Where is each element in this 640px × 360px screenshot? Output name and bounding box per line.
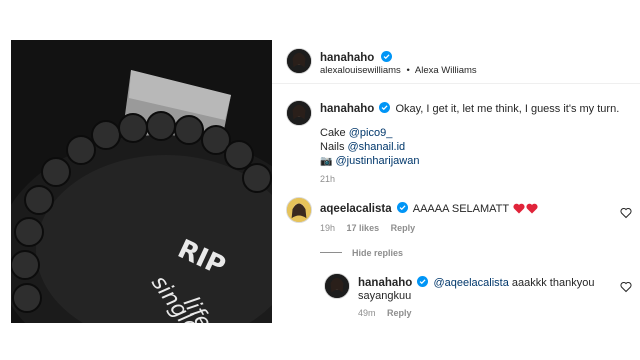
- reply-mention-link[interactable]: @aqeelacalista: [433, 277, 508, 289]
- verified-badge-icon: [380, 51, 392, 62]
- like-reply-heart-icon[interactable]: [620, 280, 632, 293]
- header-username[interactable]: hanahaho: [320, 52, 374, 64]
- comment-username[interactable]: aqeelacalista: [320, 203, 392, 215]
- cake-label: Cake: [320, 127, 346, 139]
- reply-avatar[interactable]: [324, 273, 350, 299]
- reply-reply-button[interactable]: Reply: [387, 308, 412, 318]
- caption-username[interactable]: hanahaho: [320, 103, 374, 115]
- comment-avatar[interactable]: [286, 197, 312, 223]
- header-separator: •: [406, 65, 410, 76]
- nails-handle-link[interactable]: @shanail.id: [348, 141, 406, 153]
- comment-text: AAAAA SELAMATT: [412, 203, 509, 215]
- location-link[interactable]: Alexa Williams: [415, 65, 477, 76]
- verified-badge-icon: [417, 276, 429, 287]
- hide-replies-label: Hide replies: [352, 248, 404, 258]
- red-heart-emoji-icon: [513, 203, 525, 214]
- like-comment-heart-icon[interactable]: [620, 206, 632, 219]
- caption-avatar[interactable]: [286, 100, 312, 126]
- comment-time: 19h: [320, 223, 336, 233]
- hide-replies-line: [320, 252, 342, 253]
- hide-replies-button[interactable]: Hide replies: [320, 248, 403, 258]
- cake-photo: RIP single life: [11, 40, 272, 323]
- verified-badge-icon: [396, 202, 408, 213]
- collab-handle[interactable]: alexalouisewilliams: [320, 65, 401, 76]
- verified-badge-icon: [379, 102, 391, 113]
- photo-handle-link[interactable]: @justinharijawan: [336, 155, 420, 167]
- red-heart-emoji-icon: [526, 203, 538, 214]
- post-panel: hanahaho alexalouisewilliams • Alexa Wil…: [272, 40, 640, 323]
- post-image[interactable]: RIP single life: [11, 40, 272, 323]
- comment-reply-button[interactable]: Reply: [391, 223, 416, 233]
- cake-handle-link[interactable]: @pico9_: [349, 127, 393, 139]
- comment-likes[interactable]: 17 likes: [347, 223, 380, 233]
- camera-emoji-icon: 📷: [320, 156, 333, 167]
- nails-label: Nails: [320, 141, 345, 153]
- header-avatar[interactable]: [286, 48, 312, 74]
- reply-text-line2: sayangkuu: [358, 290, 412, 302]
- reply-username[interactable]: hanahaho: [358, 277, 412, 289]
- reply-text-line1: aaakkk thankyou: [511, 277, 595, 289]
- caption-text: Okay, I get it, let me think, I guess it…: [395, 103, 620, 115]
- caption-time: 21h: [320, 174, 336, 184]
- header-divider: [272, 83, 640, 84]
- reply-time: 49m: [358, 308, 376, 318]
